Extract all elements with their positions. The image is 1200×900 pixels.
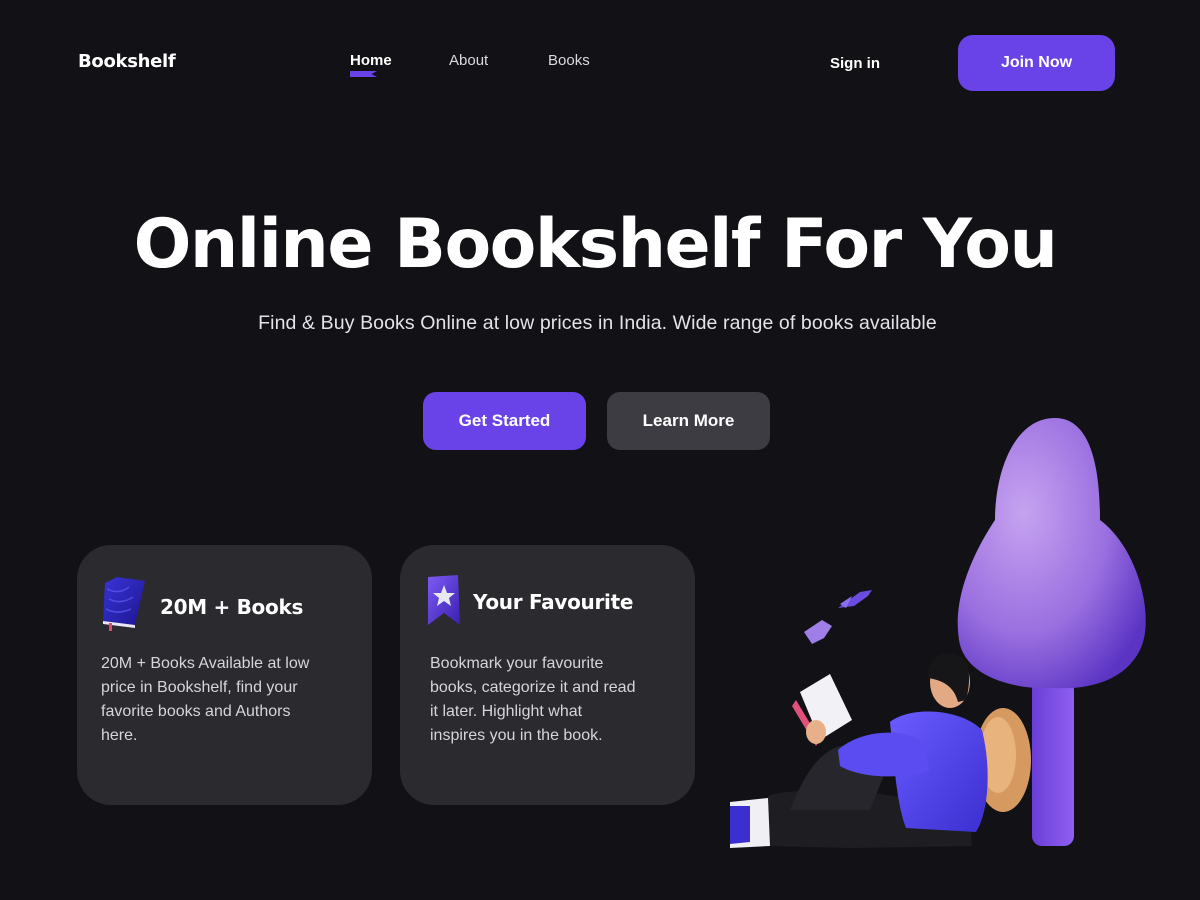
hero-title: Online Bookshelf For You <box>133 205 1058 284</box>
bookmark-star-icon <box>424 573 464 634</box>
nav-link-books[interactable]: Books <box>548 52 590 69</box>
card-title: 20M + Books <box>160 595 304 619</box>
hero-subtitle: Find & Buy Books Online at low prices in… <box>258 312 937 334</box>
book-icon <box>99 575 149 636</box>
card-description: 20M + Books Available at low price in Bo… <box>101 655 310 744</box>
nav-link-about[interactable]: About <box>449 52 488 69</box>
get-started-button[interactable]: Get Started <box>423 392 586 450</box>
nav-active-indicator <box>350 71 377 77</box>
sign-in-link[interactable]: Sign in <box>830 55 880 72</box>
nav-link-home[interactable]: Home <box>350 52 392 69</box>
card-title: Your Favourite <box>473 590 634 614</box>
feature-card-books: 20M + Books 20M + Books Available at low… <box>77 545 372 805</box>
card-description: Bookmark your favourite books, categoriz… <box>430 655 636 744</box>
feature-card-favourite: Your Favourite Bookmark your favourite b… <box>400 545 695 805</box>
join-now-button[interactable]: Join Now <box>958 35 1115 91</box>
reading-person-illustration <box>720 410 1190 870</box>
logo[interactable]: Bookshelf <box>78 51 176 72</box>
